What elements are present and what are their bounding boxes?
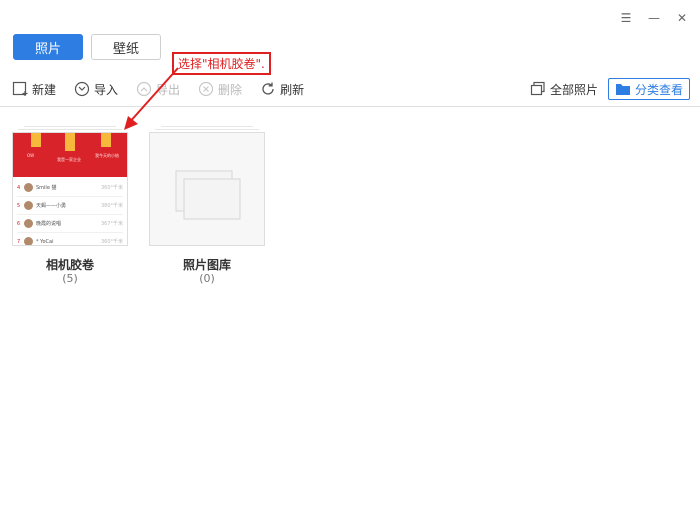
delete-button[interactable]: 删除 [198,81,242,98]
thumbnail-text: 我今天的小结 [95,153,119,158]
tab-photos[interactable]: 照片 [13,34,83,60]
ribbon-icon [65,133,75,151]
thumbnail-row: 7 * YoCai 360°千米 [17,233,123,245]
album-thumbnail: OW 我是一家企业 我今天的小结 4 Smile 猫 360°千米 5 天蝎——… [12,132,128,246]
all-photos-button[interactable]: 全部照片 [530,81,598,98]
tab-bar: 照片 壁纸 [13,34,161,60]
album-count: (0) [199,272,215,285]
minimize-icon[interactable]: — [646,10,662,26]
album-name: 照片图库 [182,258,231,272]
thumbnail-text: OW [27,153,35,158]
avatar [24,201,33,210]
all-photos-label: 全部照片 [549,82,598,97]
new-label: 新建 [32,82,57,97]
row-name: 晚霞的说唱 [36,221,62,227]
category-view-button[interactable]: 分类查看 [607,78,690,100]
window-controls: ☰ — ✕ [618,10,690,26]
delete-label: 删除 [218,82,243,97]
row-number: 7 [17,238,21,245]
tab-wallpaper[interactable]: 壁纸 [91,34,161,60]
avatar [24,237,33,245]
empty-album-icon [175,170,241,220]
row-value: 360°千米 [100,185,123,191]
import-icon [74,81,90,97]
row-number: 4 [17,184,21,191]
thumbnail-list: 4 Smile 猫 360°千米 5 天蝎——小勇 380°千米 6 晚霞的说唱… [13,177,127,245]
ribbon-icon [31,133,41,147]
new-button[interactable]: 新建 [12,81,56,98]
thumbnail-row: 5 天蝎——小勇 380°千米 [17,197,123,215]
thumbnail-text: 我是一家企业 [57,157,81,162]
thumbnail-row: 4 Smile 猫 360°千米 [17,179,123,197]
thumbnail-row: 6 晚霞的说唱 367°千米 [17,215,123,233]
thumbnail-header: OW 我是一家企业 我今天的小结 [13,133,127,177]
row-number: 6 [17,220,21,227]
all-photos-icon [530,81,545,96]
category-view-label: 分类查看 [634,82,683,97]
refresh-button[interactable]: 刷新 [260,81,304,98]
menu-icon[interactable]: ☰ [618,10,634,26]
annotation-arrow-icon [124,67,179,130]
album-count: (5) [62,272,78,285]
album-name: 相机胶卷 [45,258,94,272]
refresh-label: 刷新 [280,82,305,97]
folder-icon [615,84,630,95]
row-number: 5 [17,202,21,209]
album-thumbnail [149,132,265,246]
delete-icon [198,81,214,97]
refresh-icon [262,82,274,95]
row-name: Smile 猫 [36,185,57,191]
row-value: 367°千米 [100,221,123,227]
row-name: 天蝎——小勇 [36,203,67,209]
close-icon[interactable]: ✕ [674,10,690,26]
avatar [24,219,33,228]
new-icon [12,81,28,96]
row-value: 360°千米 [100,239,123,245]
row-name: * YoCai [36,238,54,245]
avatar [24,183,33,192]
row-value: 380°千米 [100,203,123,209]
